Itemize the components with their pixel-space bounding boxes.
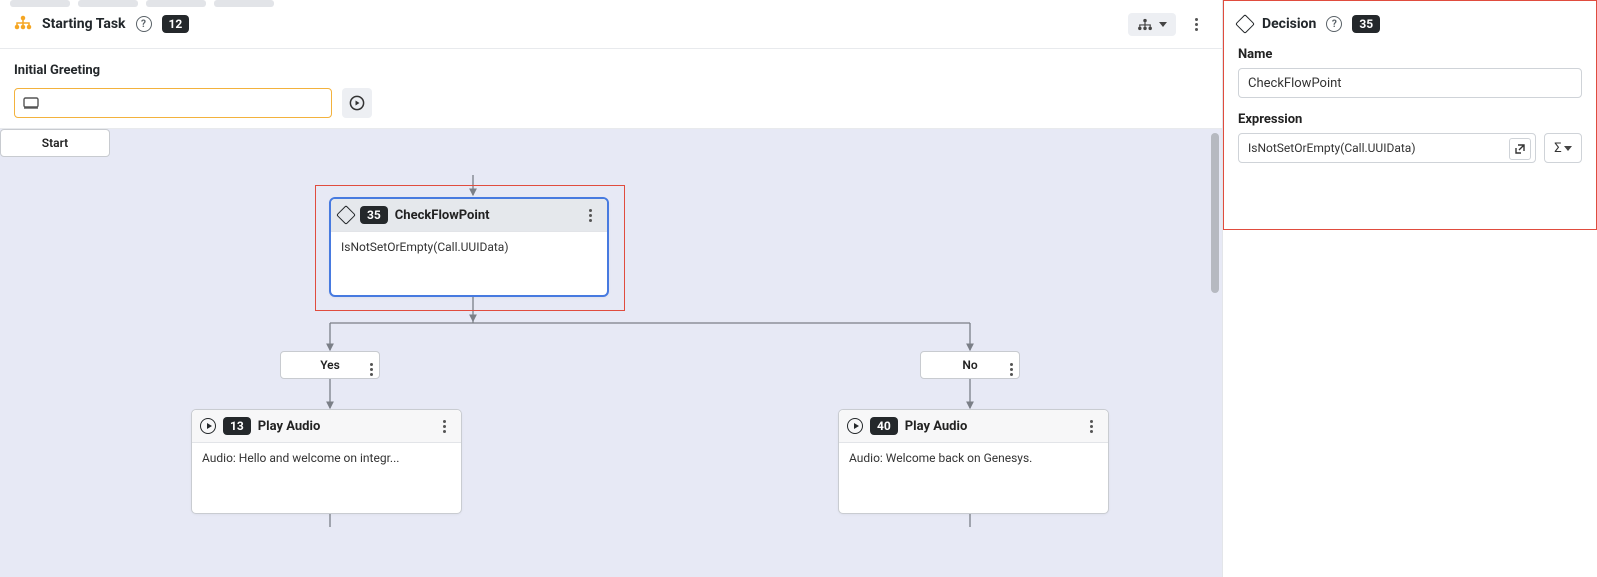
task-tree-icon — [14, 15, 32, 34]
initial-greeting-row — [14, 88, 1208, 118]
right-column: Decision ? 35 Name Expression IsNotSetOr… — [1223, 0, 1597, 577]
play-audio-no-header: 40 Play Audio — [839, 410, 1108, 443]
canvas-scrollbar[interactable] — [1211, 133, 1219, 293]
name-input[interactable] — [1238, 68, 1582, 98]
start-node[interactable]: Start — [0, 129, 110, 157]
chevron-down-icon — [1159, 22, 1167, 27]
branch-no[interactable]: No — [920, 351, 1020, 379]
decision-icon — [336, 205, 356, 225]
play-audio-yes-node[interactable]: 13 Play Audio Audio: Hello and welcome o… — [191, 409, 462, 514]
play-audio-no-id: 40 — [870, 417, 898, 435]
decision-node[interactable]: 35 CheckFlowPoint IsNotSetOrEmpty(Call.U… — [329, 197, 609, 297]
expression-builder-button[interactable]: Σ — [1544, 133, 1582, 163]
decision-icon — [1235, 14, 1255, 34]
decision-node-id: 35 — [360, 206, 388, 224]
play-audio-no-body: Audio: Welcome back on Genesys. — [839, 443, 1108, 513]
properties-title: Decision — [1262, 16, 1316, 32]
field-expression: Expression IsNotSetOrEmpty(Call.UUIData)… — [1238, 112, 1582, 163]
properties-header: Decision ? 35 — [1238, 15, 1582, 33]
preview-play-button[interactable] — [342, 88, 372, 118]
branch-no-menu[interactable] — [1010, 355, 1013, 376]
start-node-label: Start — [42, 136, 68, 150]
play-audio-no-menu[interactable] — [1082, 416, 1100, 436]
main-column: Starting Task ? 12 Initial Greeting — [0, 0, 1223, 577]
branch-yes-label: Yes — [320, 358, 340, 372]
task-title: Starting Task — [42, 16, 126, 32]
properties-id-badge: 35 — [1352, 15, 1380, 33]
branch-no-label: No — [962, 358, 977, 372]
expand-expression-button[interactable] — [1509, 138, 1531, 160]
flow-canvas[interactable]: Start 35 CheckFlowPoint IsNotSetOrEmpty(… — [0, 129, 1222, 577]
name-label: Name — [1238, 47, 1582, 62]
play-icon — [200, 418, 216, 434]
decision-node-body: IsNotSetOrEmpty(Call.UUIData) — [331, 232, 607, 294]
play-icon — [847, 418, 863, 434]
play-audio-yes-body: Audio: Hello and welcome on integr... — [192, 443, 461, 513]
play-audio-no-node[interactable]: 40 Play Audio Audio: Welcome back on Gen… — [838, 409, 1109, 514]
task-header: Starting Task ? 12 — [0, 0, 1222, 49]
help-icon[interactable]: ? — [136, 16, 152, 32]
branch-yes-menu[interactable] — [370, 355, 373, 376]
task-menu-button[interactable] — [1184, 10, 1208, 38]
play-audio-yes-menu[interactable] — [435, 416, 453, 436]
chevron-down-icon — [1564, 146, 1572, 151]
hierarchy-dropdown[interactable] — [1128, 13, 1176, 36]
expression-value: IsNotSetOrEmpty(Call.UUIData) — [1248, 141, 1416, 155]
expression-row: IsNotSetOrEmpty(Call.UUIData) Σ — [1238, 133, 1582, 163]
sigma-icon: Σ — [1554, 141, 1561, 156]
play-audio-yes-name: Play Audio — [258, 419, 321, 434]
initial-greeting-label: Initial Greeting — [14, 63, 1208, 78]
initial-greeting-section: Initial Greeting — [0, 49, 1222, 129]
branch-yes[interactable]: Yes — [280, 351, 380, 379]
app-root: Starting Task ? 12 Initial Greeting — [0, 0, 1597, 577]
toolbar-placeholder — [10, 0, 274, 7]
task-id-badge: 12 — [162, 15, 190, 33]
popout-icon — [1514, 143, 1526, 155]
task-header-left: Starting Task ? 12 — [14, 15, 189, 34]
initial-greeting-input[interactable] — [14, 88, 332, 118]
help-icon[interactable]: ? — [1326, 16, 1342, 32]
play-audio-yes-header: 13 Play Audio — [192, 410, 461, 443]
task-header-right — [1128, 10, 1208, 38]
decision-node-header: 35 CheckFlowPoint — [331, 199, 607, 232]
decision-node-name: CheckFlowPoint — [395, 208, 490, 223]
tts-icon — [23, 96, 39, 110]
play-audio-yes-id: 13 — [223, 417, 251, 435]
properties-panel-empty — [1223, 230, 1597, 577]
field-name: Name — [1238, 47, 1582, 98]
expression-input[interactable]: IsNotSetOrEmpty(Call.UUIData) — [1238, 133, 1536, 163]
expression-label: Expression — [1238, 112, 1582, 127]
play-audio-no-name: Play Audio — [905, 419, 968, 434]
properties-panel: Decision ? 35 Name Expression IsNotSetOr… — [1223, 0, 1597, 230]
decision-node-menu[interactable] — [581, 205, 599, 225]
